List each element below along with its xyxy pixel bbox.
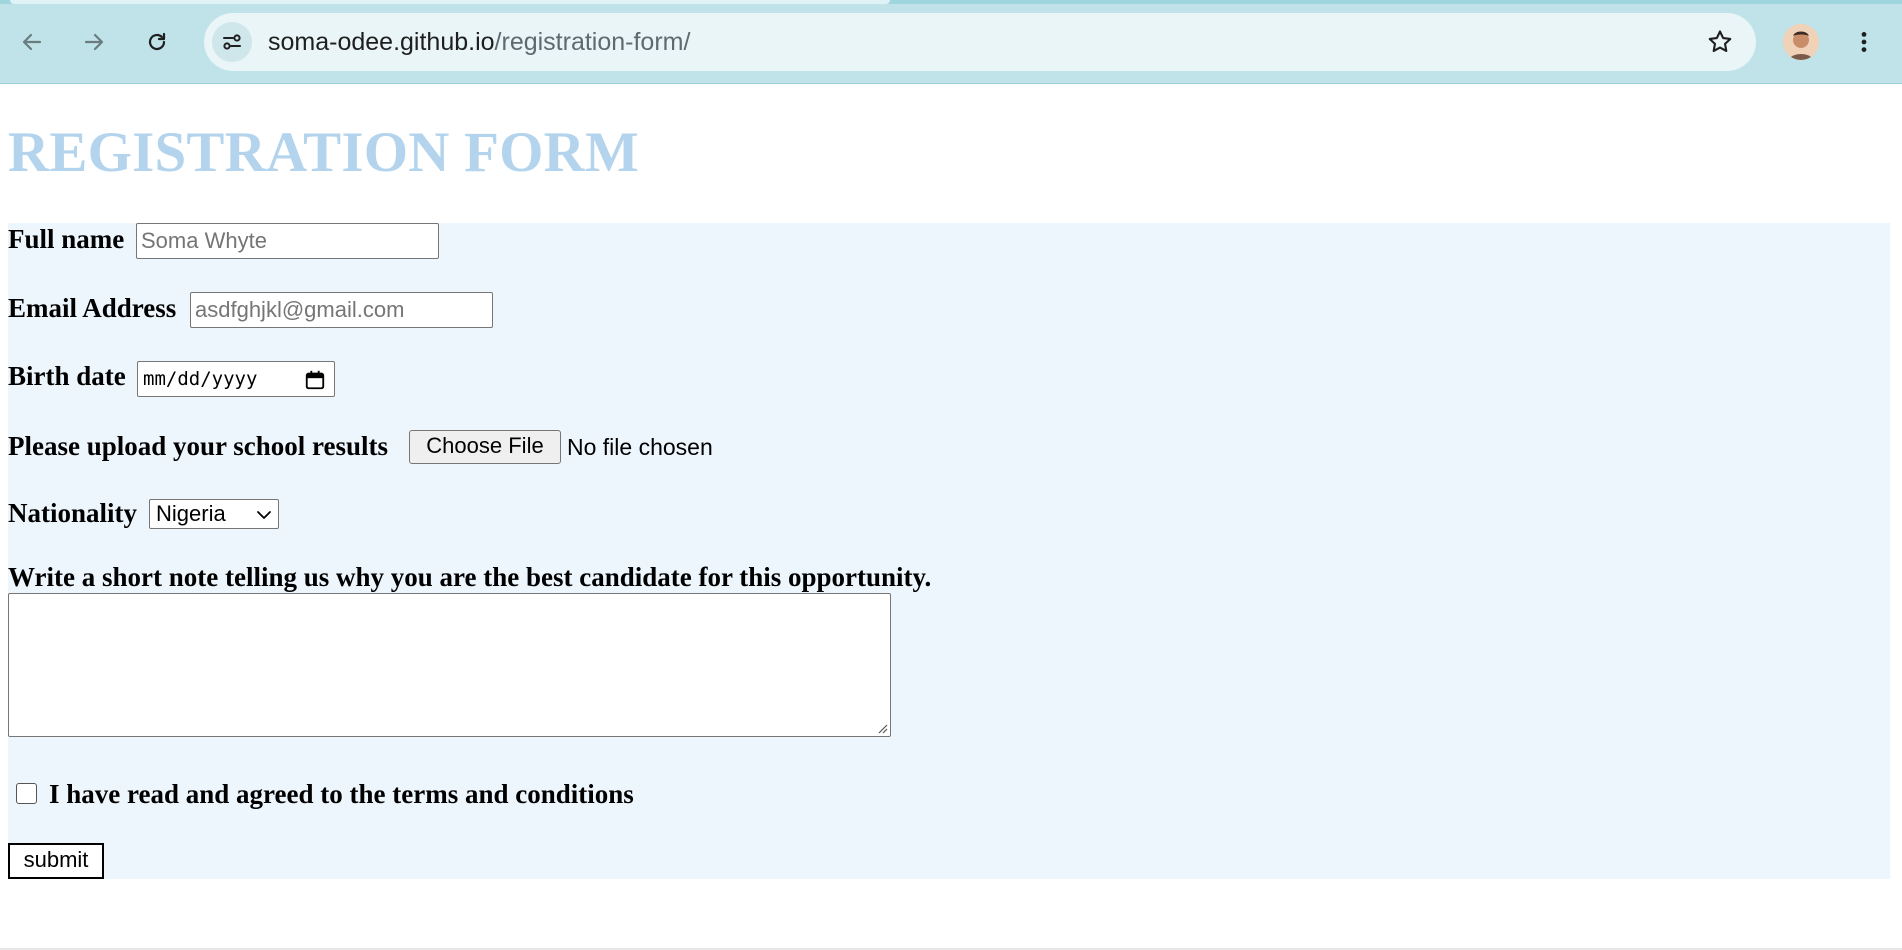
email-input[interactable] [190, 292, 493, 328]
bookmark-star-icon [1708, 30, 1732, 53]
terms-label: I have read and agreed to the terms and … [49, 779, 634, 809]
note-label: Write a short note telling us why you ar… [8, 562, 932, 592]
browser-toolbar: soma-odee.github.io/registration-form/ [0, 0, 1902, 84]
full-name-input[interactable] [136, 223, 439, 259]
forward-arrow-icon [84, 33, 104, 51]
address-bar[interactable]: soma-odee.github.io/registration-form/ [204, 13, 1756, 71]
choose-file-button[interactable]: Choose File [409, 430, 561, 464]
terms-checkbox[interactable] [16, 783, 37, 804]
submit-button[interactable]: submit [8, 843, 104, 879]
back-arrow-icon [22, 33, 42, 51]
url-text[interactable]: soma-odee.github.io/registration-form/ [268, 28, 690, 56]
reload-button[interactable] [135, 20, 179, 64]
tab-strip [0, 0, 1902, 4]
upload-label: Please upload your school results [8, 431, 389, 461]
birth-date-input[interactable]: mm/dd/yyyy [137, 361, 335, 397]
more-menu-button[interactable] [1844, 20, 1884, 64]
profile-avatar[interactable] [1783, 24, 1819, 60]
avatar-image [1783, 24, 1819, 60]
url-path: /registration-form/ [494, 28, 691, 56]
bookmark-button[interactable] [1702, 24, 1738, 60]
active-tab[interactable] [10, 0, 890, 4]
nationality-select[interactable]: Nigeria [149, 499, 279, 529]
email-label: Email Address [8, 293, 177, 323]
url-host: soma-odee.github.io [268, 28, 495, 56]
calendar-icon[interactable] [304, 369, 326, 391]
nationality-label: Nationality [8, 498, 138, 528]
reload-icon [148, 32, 166, 51]
site-info-icon [223, 34, 241, 50]
site-info-button[interactable] [212, 22, 252, 62]
birth-date-label: Birth date [8, 361, 126, 391]
chevron-down-icon [257, 511, 271, 519]
nationality-selected-value: Nigeria [156, 501, 226, 526]
birth-date-value: mm/dd/yyyy [143, 368, 258, 390]
file-status-text: No file chosen [567, 434, 713, 460]
page-title: REGISTRATION FORM [8, 121, 639, 184]
forward-button[interactable] [72, 20, 116, 64]
note-textarea[interactable] [8, 593, 891, 737]
back-button[interactable] [10, 20, 54, 64]
resize-grip-icon[interactable] [876, 722, 888, 734]
full-name-label: Full name [8, 224, 125, 254]
more-menu-icon [1861, 32, 1867, 52]
